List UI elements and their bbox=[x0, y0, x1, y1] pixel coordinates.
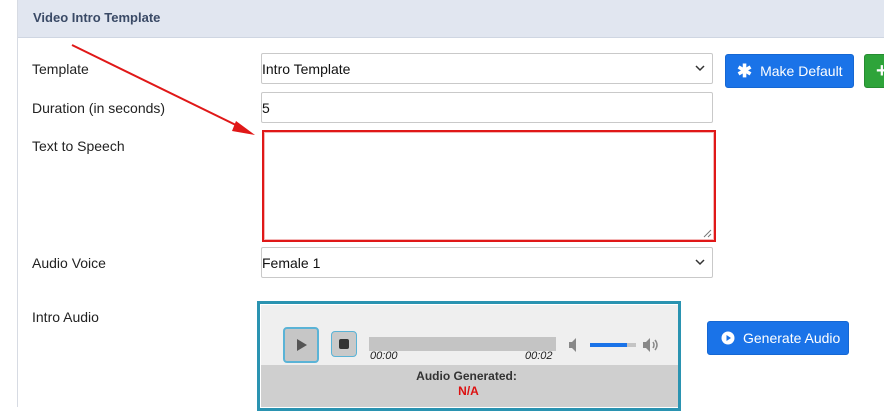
volume-high-icon[interactable] bbox=[642, 337, 662, 353]
volume-fill bbox=[590, 343, 627, 347]
make-default-label: Make Default bbox=[760, 63, 843, 79]
panel-title: Video Intro Template bbox=[33, 10, 161, 25]
resize-handle-icon[interactable] bbox=[703, 229, 712, 238]
duration-label: Duration (in seconds) bbox=[32, 100, 166, 116]
template-select-value: Intro Template bbox=[262, 61, 351, 77]
volume-low-icon[interactable] bbox=[568, 337, 582, 353]
play-icon bbox=[297, 339, 307, 351]
chevron-down-icon bbox=[695, 65, 705, 72]
duration-input-value: 5 bbox=[262, 100, 270, 116]
generate-audio-label: Generate Audio bbox=[743, 330, 841, 346]
panel-header: Video Intro Template bbox=[18, 0, 884, 38]
template-label: Template bbox=[32, 61, 89, 77]
asterisk-icon: ✱ bbox=[737, 60, 753, 81]
template-select[interactable]: Intro Template bbox=[261, 53, 713, 84]
stop-icon bbox=[339, 339, 349, 349]
make-default-button[interactable]: ✱ Make Default bbox=[725, 54, 854, 88]
voice-select-value: Female 1 bbox=[262, 255, 321, 271]
chevron-down-icon bbox=[695, 259, 705, 266]
text-to-speech-textarea[interactable] bbox=[262, 130, 716, 242]
audio-generated-value: N/A bbox=[458, 384, 479, 398]
seek-bar[interactable] bbox=[369, 337, 556, 351]
total-duration: 00:02 bbox=[525, 350, 553, 362]
intro-audio-label: Intro Audio bbox=[32, 309, 99, 325]
voice-select[interactable]: Female 1 bbox=[261, 247, 713, 278]
duration-input[interactable]: 5 bbox=[261, 92, 713, 123]
play-button[interactable] bbox=[283, 327, 319, 363]
plus-icon: + bbox=[876, 59, 884, 82]
audio-generated-label: Audio Generated: bbox=[416, 369, 517, 383]
add-template-button[interactable]: + bbox=[864, 54, 884, 88]
generate-audio-button[interactable]: Generate Audio bbox=[707, 321, 849, 355]
play-circle-icon bbox=[721, 331, 735, 345]
current-time: 00:00 bbox=[370, 350, 398, 362]
stop-button[interactable] bbox=[331, 331, 357, 357]
tts-label: Text to Speech bbox=[32, 138, 125, 154]
volume-slider[interactable] bbox=[590, 343, 636, 347]
voice-label: Audio Voice bbox=[32, 255, 106, 271]
